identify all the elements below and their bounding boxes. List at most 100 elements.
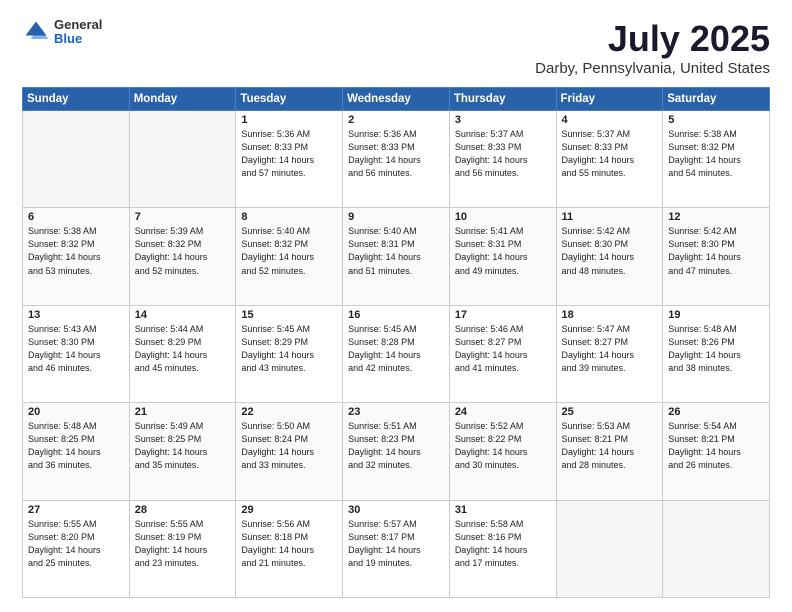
day-info: Sunrise: 5:55 AM Sunset: 8:19 PM Dayligh… [135,518,231,570]
day-info: Sunrise: 5:57 AM Sunset: 8:17 PM Dayligh… [348,518,444,570]
title-block: July 2025 Darby, Pennsylvania, United St… [535,18,770,77]
calendar-cell: 20Sunrise: 5:48 AM Sunset: 8:25 PM Dayli… [23,403,130,500]
day-info: Sunrise: 5:54 AM Sunset: 8:21 PM Dayligh… [668,420,764,472]
day-number: 5 [668,114,764,126]
day-number: 17 [455,309,551,321]
calendar-dow-monday: Monday [129,88,236,111]
logo-general: General [54,18,102,32]
calendar-cell: 27 Sunrise: 5:55 AM Sunset: 8:20 PM Dayli… [23,500,130,597]
calendar-cell: 8Sunrise: 5:40 AM Sunset: 8:32 PM Daylig… [236,208,343,305]
day-number: 23 [348,406,444,418]
day-info: Sunrise: 5:53 AM Sunset: 8:21 PM Dayligh… [562,420,658,472]
day-info: Sunrise: 5:48 AM Sunset: 8:25 PM Dayligh… [28,420,124,472]
calendar-cell: 16 Sunrise: 5:45 AM Sunset: 8:28 PM Dayli… [343,305,450,402]
day-number: 1 [241,114,337,126]
day-number: 29 [241,504,337,516]
day-number: 9 [348,211,444,223]
day-info: Sunrise: 5:47 AM Sunset: 8:27 PM Dayligh… [562,323,658,375]
day-number: 28 [135,504,231,516]
logo: General Blue [22,18,102,47]
day-info: Sunrise: 5:38 AM Sunset: 8:32 PM Dayligh… [28,225,124,277]
calendar-cell: 30Sunrise: 5:57 AM Sunset: 8:17 PM Dayli… [343,500,450,597]
calendar-cell: 5 Sunrise: 5:38 AM Sunset: 8:32 PM Daylig… [663,111,770,208]
calendar-dow-saturday: Saturday [663,88,770,111]
day-number: 31 [455,504,551,516]
day-info: Sunrise: 5:40 AM Sunset: 8:31 PM Dayligh… [348,225,444,277]
calendar-dow-wednesday: Wednesday [343,88,450,111]
calendar-cell: 1 Sunrise: 5:36 AM Sunset: 8:33 PM Daylig… [236,111,343,208]
day-info: Sunrise: 5:40 AM Sunset: 8:32 PM Dayligh… [241,225,337,277]
day-info: Sunrise: 5:37 AM Sunset: 8:33 PM Dayligh… [562,128,658,180]
calendar-dow-friday: Friday [556,88,663,111]
page: General Blue July 2025 Darby, Pennsylvan… [0,0,792,612]
calendar-cell: 17Sunrise: 5:46 AM Sunset: 8:27 PM Dayli… [449,305,556,402]
day-info: Sunrise: 5:42 AM Sunset: 8:30 PM Dayligh… [562,225,658,277]
day-info: Sunrise: 5:38 AM Sunset: 8:32 PM Dayligh… [668,128,764,180]
calendar-dow-tuesday: Tuesday [236,88,343,111]
calendar-cell: 22 Sunrise: 5:50 AM Sunset: 8:24 PM Dayli… [236,403,343,500]
day-info: Sunrise: 5:56 AM Sunset: 8:18 PM Dayligh… [241,518,337,570]
week-row-2: 6 Sunrise: 5:38 AM Sunset: 8:32 PM Daylig… [23,208,770,305]
day-info: Sunrise: 5:55 AM Sunset: 8:20 PM Dayligh… [28,518,124,570]
day-info: Sunrise: 5:36 AM Sunset: 8:33 PM Dayligh… [348,128,444,180]
day-info: Sunrise: 5:52 AM Sunset: 8:22 PM Dayligh… [455,420,551,472]
calendar-cell: 21Sunrise: 5:49 AM Sunset: 8:25 PM Dayli… [129,403,236,500]
day-number: 6 [28,211,124,223]
day-info: Sunrise: 5:50 AM Sunset: 8:24 PM Dayligh… [241,420,337,472]
day-number: 26 [668,406,764,418]
week-row-1: 1 Sunrise: 5:36 AM Sunset: 8:33 PM Daylig… [23,111,770,208]
week-row-5: 27 Sunrise: 5:55 AM Sunset: 8:20 PM Dayli… [23,500,770,597]
sub-title: Darby, Pennsylvania, United States [535,60,770,77]
day-number: 12 [668,211,764,223]
week-row-4: 20Sunrise: 5:48 AM Sunset: 8:25 PM Dayli… [23,403,770,500]
day-info: Sunrise: 5:51 AM Sunset: 8:23 PM Dayligh… [348,420,444,472]
main-title: July 2025 [535,18,770,60]
calendar-cell: 11 Sunrise: 5:42 AM Sunset: 8:30 PM Dayli… [556,208,663,305]
day-number: 24 [455,406,551,418]
day-number: 22 [241,406,337,418]
calendar-cell [23,111,130,208]
day-number: 18 [562,309,658,321]
logo-icon [22,18,50,46]
calendar-header-row: SundayMondayTuesdayWednesdayThursdayFrid… [23,88,770,111]
calendar-cell: 12 Sunrise: 5:42 AM Sunset: 8:30 PM Dayli… [663,208,770,305]
day-number: 10 [455,211,551,223]
calendar-cell [556,500,663,597]
calendar-cell: 24 Sunrise: 5:52 AM Sunset: 8:22 PM Dayli… [449,403,556,500]
calendar-dow-thursday: Thursday [449,88,556,111]
day-number: 21 [135,406,231,418]
calendar-cell: 25 Sunrise: 5:53 AM Sunset: 8:21 PM Dayli… [556,403,663,500]
day-number: 4 [562,114,658,126]
calendar-cell: 14Sunrise: 5:44 AM Sunset: 8:29 PM Dayli… [129,305,236,402]
calendar-cell: 9 Sunrise: 5:40 AM Sunset: 8:31 PM Daylig… [343,208,450,305]
calendar-cell: 18 Sunrise: 5:47 AM Sunset: 8:27 PM Dayli… [556,305,663,402]
calendar-cell [129,111,236,208]
day-info: Sunrise: 5:58 AM Sunset: 8:16 PM Dayligh… [455,518,551,570]
day-info: Sunrise: 5:48 AM Sunset: 8:26 PM Dayligh… [668,323,764,375]
day-number: 3 [455,114,551,126]
day-info: Sunrise: 5:37 AM Sunset: 8:33 PM Dayligh… [455,128,551,180]
day-info: Sunrise: 5:45 AM Sunset: 8:28 PM Dayligh… [348,323,444,375]
day-number: 7 [135,211,231,223]
calendar-cell: 13Sunrise: 5:43 AM Sunset: 8:30 PM Dayli… [23,305,130,402]
calendar-cell: 26 Sunrise: 5:54 AM Sunset: 8:21 PM Dayli… [663,403,770,500]
day-number: 11 [562,211,658,223]
week-row-3: 13Sunrise: 5:43 AM Sunset: 8:30 PM Dayli… [23,305,770,402]
day-number: 2 [348,114,444,126]
day-number: 27 [28,504,124,516]
day-info: Sunrise: 5:42 AM Sunset: 8:30 PM Dayligh… [668,225,764,277]
day-info: Sunrise: 5:36 AM Sunset: 8:33 PM Dayligh… [241,128,337,180]
day-number: 16 [348,309,444,321]
calendar-cell [663,500,770,597]
day-info: Sunrise: 5:41 AM Sunset: 8:31 PM Dayligh… [455,225,551,277]
day-number: 25 [562,406,658,418]
day-info: Sunrise: 5:44 AM Sunset: 8:29 PM Dayligh… [135,323,231,375]
calendar-cell: 28 Sunrise: 5:55 AM Sunset: 8:19 PM Dayli… [129,500,236,597]
calendar-cell: 15Sunrise: 5:45 AM Sunset: 8:29 PM Dayli… [236,305,343,402]
calendar-cell: 23 Sunrise: 5:51 AM Sunset: 8:23 PM Dayli… [343,403,450,500]
day-info: Sunrise: 5:43 AM Sunset: 8:30 PM Dayligh… [28,323,124,375]
calendar-cell: 3 Sunrise: 5:37 AM Sunset: 8:33 PM Daylig… [449,111,556,208]
calendar-cell: 10 Sunrise: 5:41 AM Sunset: 8:31 PM Dayli… [449,208,556,305]
calendar-cell: 29 Sunrise: 5:56 AM Sunset: 8:18 PM Dayli… [236,500,343,597]
logo-blue-text: Blue [54,32,102,46]
